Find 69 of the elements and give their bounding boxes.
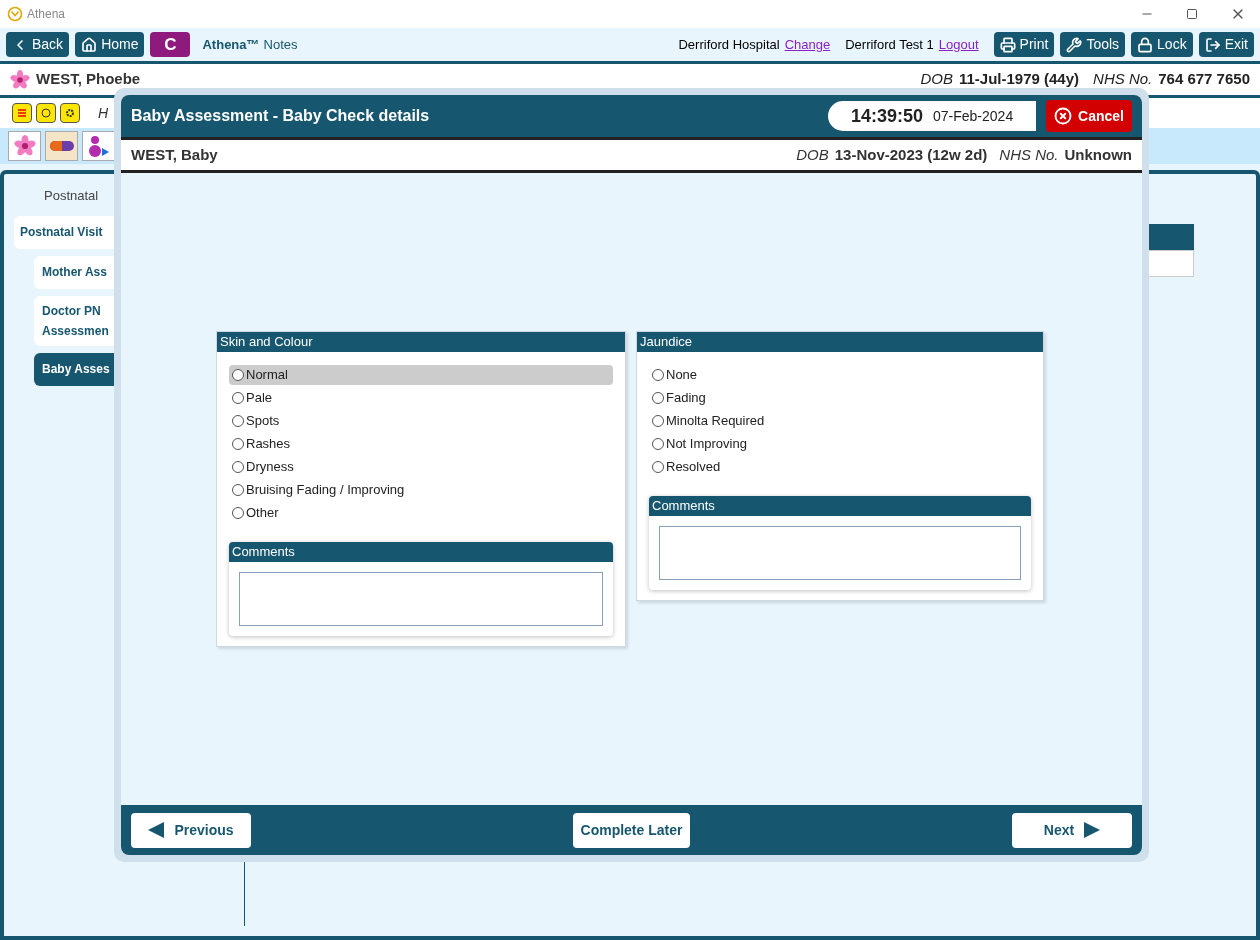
comments-field[interactable] (659, 526, 1021, 580)
radio-option[interactable]: Bruising Fading / Improving (229, 480, 613, 500)
back-button[interactable]: Back (6, 32, 70, 57)
close-icon (1054, 107, 1073, 125)
letter-button[interactable]: C (150, 32, 191, 57)
nhs-value: 764 677 7650 (1158, 69, 1250, 90)
window-title: Athena (27, 6, 66, 23)
flower-icon (10, 69, 30, 90)
padlock-icon (1137, 36, 1154, 53)
app-subtitle: Notes (263, 35, 298, 54)
nhs-label: NHS No. (999, 144, 1059, 165)
right-triangle-icon (1084, 822, 1101, 838)
exit-button[interactable]: Exit (1198, 32, 1254, 57)
logo-icon (7, 6, 23, 22)
radio-option[interactable]: Not Improving (649, 434, 1031, 454)
section-title: Skin and Colour (217, 332, 625, 352)
maximize-icon[interactable] (1186, 8, 1198, 20)
flower-icon (13, 135, 36, 157)
capsule-icon (48, 140, 75, 152)
sidebar-heading: Postnatal (43, 187, 100, 205)
radio-option[interactable]: None (649, 365, 1031, 385)
logout-link[interactable]: Logout (938, 34, 979, 55)
nhs-label: NHS No. (1093, 69, 1153, 90)
nhs-value: Unknown (1064, 144, 1132, 165)
flower-tab[interactable] (8, 131, 41, 161)
date-text: 07-Feb-2024 (933, 106, 1014, 126)
patient-name: WEST, Phoebe (36, 69, 141, 90)
complete-later-button[interactable]: Complete Later (572, 812, 691, 848)
comments-field[interactable] (239, 572, 603, 626)
dob-label: DOB (796, 144, 829, 165)
comments-title: Comments (229, 542, 613, 562)
radio-option[interactable]: Minolta Required (649, 411, 1031, 431)
dob-value: 13-Nov-2023 (12w 2d) (834, 144, 988, 165)
print-button[interactable]: Print (993, 32, 1055, 57)
dob-label: DOB (920, 69, 953, 90)
dob-value: 11-Jul-1979 (44y) (958, 69, 1080, 90)
printer-icon (999, 36, 1016, 53)
person-tab[interactable] (82, 131, 115, 161)
dialog-title: Baby Assessment - Baby Check details (131, 106, 430, 126)
home-button[interactable]: Home (75, 32, 145, 57)
radio-option[interactable]: Fading (649, 388, 1031, 408)
app-name: Athena™ (202, 35, 260, 54)
lock-button[interactable]: Lock (1131, 32, 1193, 57)
radio-option[interactable]: Other (229, 503, 613, 523)
comments-title: Comments (649, 496, 1031, 516)
previous-button[interactable]: Previous (131, 812, 251, 848)
alerts-text: H (98, 103, 109, 123)
alert-icon (12, 103, 32, 123)
wrench-icon (1066, 36, 1083, 53)
radio-option[interactable]: Pale (229, 388, 613, 408)
section-title: Jaundice (637, 332, 1043, 352)
person-icon (87, 134, 110, 158)
time-text: 14:39:50 (850, 104, 923, 128)
radio-option[interactable]: Resolved (649, 457, 1031, 477)
left-triangle-icon (148, 822, 165, 838)
next-button[interactable]: Next (1012, 812, 1132, 848)
radio-option[interactable]: Dryness (229, 457, 613, 477)
radio-option[interactable]: Normal (229, 365, 613, 385)
radio-option[interactable]: Spots (229, 411, 613, 431)
house-icon (81, 36, 98, 53)
exit-door-icon (1204, 36, 1221, 53)
user-name: Derriford Test 1 (845, 35, 934, 54)
pill-tab[interactable] (45, 131, 78, 161)
radio-option[interactable]: Rashes (229, 434, 613, 454)
change-link[interactable]: Change (784, 34, 831, 55)
baby-name: WEST, Baby (131, 144, 218, 165)
tools-button[interactable]: Tools (1060, 32, 1126, 57)
cancel-button[interactable]: Cancel (1046, 100, 1132, 132)
hospital-name: Derriford Hospital (678, 35, 780, 54)
